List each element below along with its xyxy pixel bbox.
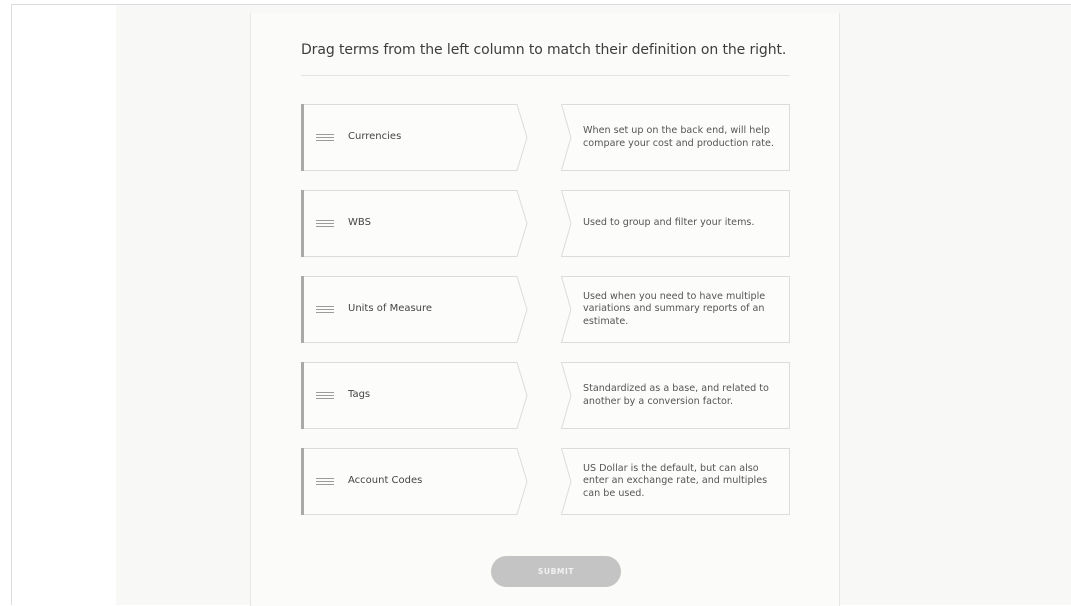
definition-drop-target-2[interactable]: Used to group and filter your items. (561, 190, 790, 257)
definition-drop-target-4[interactable]: Standardized as a base, and related to a… (561, 362, 790, 429)
term-label: Tags (348, 389, 371, 400)
term-label: Currencies (348, 131, 402, 142)
term-card-tags[interactable]: Tags (301, 362, 528, 429)
term-label: Account Codes (348, 475, 423, 486)
drag-handle-icon[interactable] (316, 392, 334, 399)
definition-drop-target-1[interactable]: When set up on the back end, will help c… (561, 104, 790, 171)
definition-drop-target-3[interactable]: Used when you need to have multiple vari… (561, 276, 790, 343)
term-label: WBS (348, 217, 371, 228)
definition-text: When set up on the back end, will help c… (583, 125, 774, 149)
instructions: Drag terms from the left column to match… (301, 42, 787, 58)
term-card-wbs[interactable]: WBS (301, 190, 528, 257)
drag-handle-icon[interactable] (316, 134, 334, 141)
matching-activity-card: Drag terms from the left column to match… (250, 13, 840, 606)
divider (301, 75, 790, 76)
term-card-shape (301, 190, 528, 257)
term-card-currencies[interactable]: Currencies (301, 104, 528, 171)
definition-text: Used when you need to have multiple vari… (583, 290, 766, 327)
drag-handle-icon[interactable] (316, 220, 334, 227)
definition-drop-target-5[interactable]: US Dollar is the default, but can also e… (561, 448, 790, 515)
left-margin (12, 5, 116, 606)
drag-handle-icon[interactable] (316, 306, 334, 313)
term-card-shape (301, 104, 528, 171)
term-label: Units of Measure (348, 303, 433, 314)
definition-text: US Dollar is the default, but can also e… (583, 462, 768, 499)
submit-button[interactable]: SUBMIT (491, 556, 621, 587)
term-card-shape (301, 362, 528, 429)
definition-text: Standardized as a base, and related to a… (583, 383, 769, 407)
activity-viewport: Drag terms from the left column to match… (11, 4, 1071, 606)
term-card-account-codes[interactable]: Account Codes (301, 448, 528, 515)
definition-text: Used to group and filter your items. (583, 217, 755, 229)
drag-handle-icon[interactable] (316, 478, 334, 485)
term-card-units-of-measure[interactable]: Units of Measure (301, 276, 528, 343)
